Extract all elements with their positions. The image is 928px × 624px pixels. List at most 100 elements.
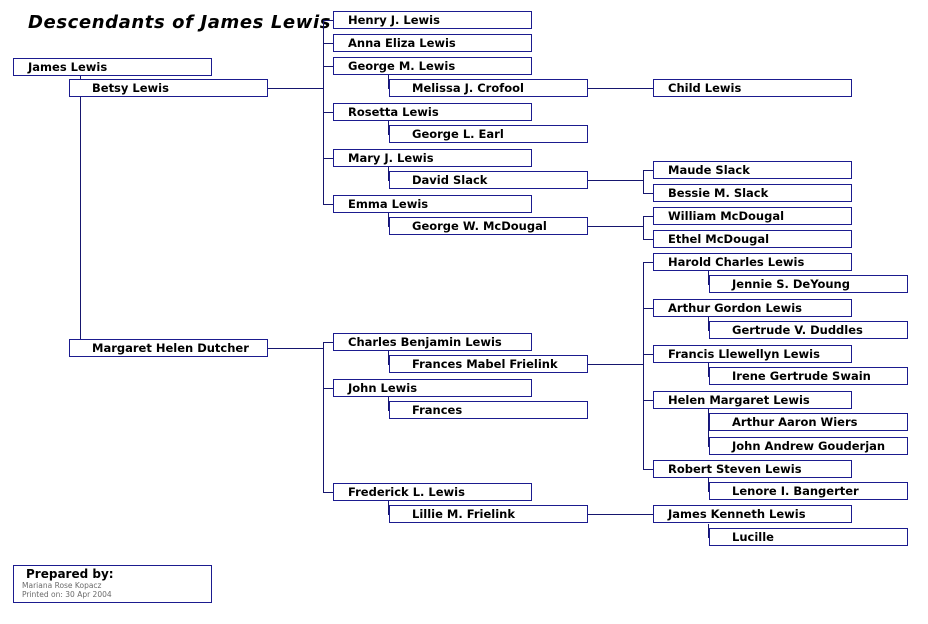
node-label: Anna Eliza Lewis — [348, 36, 456, 50]
node-charles-benjamin-lewis[interactable]: Charles Benjamin Lewis — [333, 333, 532, 351]
node-james-kenneth-lewis[interactable]: James Kenneth Lewis — [653, 505, 852, 523]
node-john-andrew-gouderjan[interactable]: John Andrew Gouderjan — [709, 437, 908, 455]
connector-margaret-children-trunk — [323, 342, 324, 492]
node-betsy-lewis[interactable]: Betsy Lewis — [69, 79, 268, 97]
connector-to-ethel — [643, 239, 653, 240]
node-label: Henry J. Lewis — [348, 13, 440, 27]
node-label: Irene Gertrude Swain — [732, 369, 871, 383]
prepared-by-heading: Prepared by: — [26, 567, 114, 581]
connector-to-helen — [643, 400, 653, 401]
node-maude-slack[interactable]: Maude Slack — [653, 161, 852, 179]
connector-melissa-to-child — [588, 88, 653, 89]
node-label: Bessie M. Slack — [668, 186, 769, 200]
node-robert-steven-lewis[interactable]: Robert Steven Lewis — [653, 460, 852, 478]
connector-to-george — [323, 66, 333, 67]
connector-to-arthur — [643, 308, 653, 309]
node-label: Child Lewis — [668, 81, 742, 95]
page-title: Descendants of James Lewis — [28, 12, 332, 33]
node-margaret-helen-dutcher[interactable]: Margaret Helen Dutcher — [69, 339, 268, 357]
node-helen-margaret-lewis[interactable]: Helen Margaret Lewis — [653, 391, 852, 409]
connector-to-charles — [323, 342, 333, 343]
node-george-w-mcdougal[interactable]: George W. McDougal — [389, 217, 588, 235]
node-label: Emma Lewis — [348, 197, 429, 211]
node-lucille[interactable]: Lucille — [709, 528, 908, 546]
node-label: Maude Slack — [668, 163, 750, 177]
node-james-lewis[interactable]: James Lewis — [13, 58, 212, 76]
node-henry-j-lewis[interactable]: Henry J. Lewis — [333, 11, 532, 29]
node-emma-lewis[interactable]: Emma Lewis — [333, 195, 532, 213]
node-label: William McDougal — [668, 209, 785, 223]
connector-slack-children-trunk — [643, 170, 644, 193]
connector-to-frederick — [323, 492, 333, 493]
node-anna-eliza-lewis[interactable]: Anna Eliza Lewis — [333, 34, 532, 52]
connector-to-william — [643, 216, 653, 217]
node-label: Lillie M. Frielink — [412, 507, 515, 521]
node-label: Charles Benjamin Lewis — [348, 335, 502, 349]
node-label: David Slack — [412, 173, 488, 187]
node-frederick-l-lewis[interactable]: Frederick L. Lewis — [333, 483, 532, 501]
node-label: John Lewis — [348, 381, 418, 395]
connector-betsy-out — [268, 88, 323, 89]
connector-to-anna — [323, 43, 333, 44]
node-label: Margaret Helen Dutcher — [92, 341, 249, 355]
node-label: Rosetta Lewis — [348, 105, 439, 119]
node-label: Frances Mabel Frielink — [412, 357, 558, 371]
connector-margaret-out — [268, 348, 323, 349]
node-frances[interactable]: Frances — [389, 401, 588, 419]
node-label: Jennie S. DeYoung — [732, 277, 850, 291]
prepared-by-printed-date: Printed on: 30 Apr 2004 — [22, 590, 112, 599]
connector-to-francis — [643, 354, 653, 355]
connector-betsy-to-emma-trunk — [323, 158, 324, 204]
node-irene-gertrude-swain[interactable]: Irene Gertrude Swain — [709, 367, 908, 385]
node-label: Melissa J. Crofool — [412, 81, 524, 95]
connector-to-emma — [323, 204, 333, 205]
connector-frances-out — [588, 364, 643, 365]
node-william-mcdougal[interactable]: William McDougal — [653, 207, 852, 225]
node-label: George M. Lewis — [348, 59, 456, 73]
node-ethel-mcdougal[interactable]: Ethel McDougal — [653, 230, 852, 248]
node-melissa-j-crofool[interactable]: Melissa J. Crofool — [389, 79, 588, 97]
connector-root-trunk — [80, 67, 81, 348]
node-lillie-m-frielink[interactable]: Lillie M. Frielink — [389, 505, 588, 523]
node-arthur-aaron-wiers[interactable]: Arthur Aaron Wiers — [709, 413, 908, 431]
node-label: Frederick L. Lewis — [348, 485, 465, 499]
node-child-lewis[interactable]: Child Lewis — [653, 79, 852, 97]
connector-to-harold — [643, 262, 653, 263]
node-george-l-earl[interactable]: George L. Earl — [389, 125, 588, 143]
node-francis-llewellyn-lewis[interactable]: Francis Llewellyn Lewis — [653, 345, 852, 363]
connector-mcdougal-out — [588, 226, 643, 227]
node-rosetta-lewis[interactable]: Rosetta Lewis — [333, 103, 532, 121]
node-label: Robert Steven Lewis — [668, 462, 802, 476]
node-bessie-m-slack[interactable]: Bessie M. Slack — [653, 184, 852, 202]
node-label: Ethel McDougal — [668, 232, 770, 246]
node-gertrude-v-duddles[interactable]: Gertrude V. Duddles — [709, 321, 908, 339]
connector-to-bessie — [643, 193, 653, 194]
connector-davidslack-out — [588, 180, 643, 181]
node-david-slack[interactable]: David Slack — [389, 171, 588, 189]
node-label: Arthur Gordon Lewis — [668, 301, 802, 315]
node-label: James Lewis — [28, 60, 108, 74]
node-label: Mary J. Lewis — [348, 151, 434, 165]
node-label: Betsy Lewis — [92, 81, 169, 95]
connector-to-maude — [643, 170, 653, 171]
family-tree-chart: Descendants of James Lewis James Lewis B… — [0, 0, 928, 624]
connector-to-henry — [323, 20, 333, 21]
node-label: Harold Charles Lewis — [668, 255, 805, 269]
node-lenore-i-bangerter[interactable]: Lenore I. Bangerter — [709, 482, 908, 500]
connector-lillie-to-jameskenneth — [588, 514, 653, 515]
prepared-by-author: Mariana Rose Kopacz — [22, 581, 102, 590]
node-george-m-lewis[interactable]: George M. Lewis — [333, 57, 532, 75]
node-john-lewis[interactable]: John Lewis — [333, 379, 532, 397]
node-label: Lucille — [732, 530, 774, 544]
connector-to-rosetta — [323, 112, 333, 113]
node-jennie-s-deyoung[interactable]: Jennie S. DeYoung — [709, 275, 908, 293]
node-arthur-gordon-lewis[interactable]: Arthur Gordon Lewis — [653, 299, 852, 317]
node-harold-charles-lewis[interactable]: Harold Charles Lewis — [653, 253, 852, 271]
node-label: John Andrew Gouderjan — [732, 439, 886, 453]
node-label: James Kenneth Lewis — [668, 507, 806, 521]
connector-charles-children-trunk — [643, 262, 644, 470]
node-label: Lenore I. Bangerter — [732, 484, 859, 498]
connector-to-john — [323, 388, 333, 389]
node-frances-mabel-frielink[interactable]: Frances Mabel Frielink — [389, 355, 588, 373]
node-mary-j-lewis[interactable]: Mary J. Lewis — [333, 149, 532, 167]
